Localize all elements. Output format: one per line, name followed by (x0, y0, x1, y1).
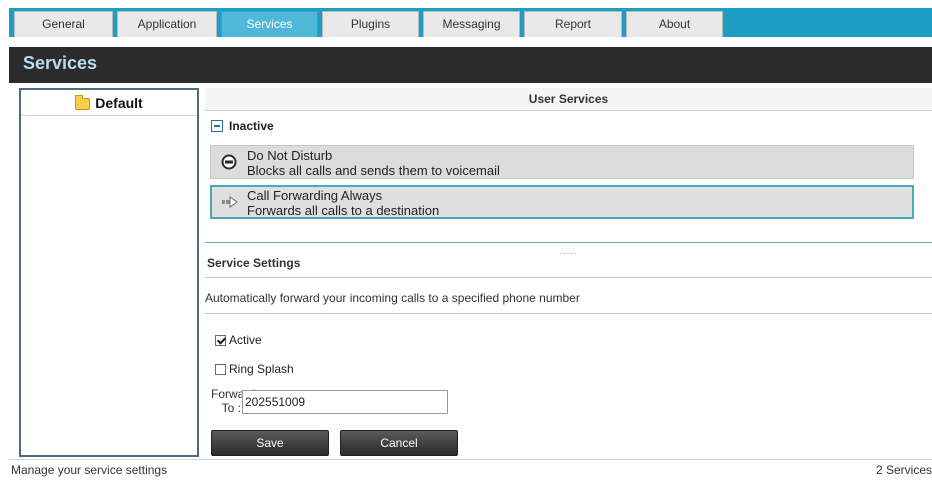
do-not-disturb-icon (221, 154, 237, 170)
page-header: Services (9, 47, 932, 83)
tab-plugins[interactable]: Plugins (322, 11, 419, 37)
ring-splash-checkbox-row[interactable]: Ring Splash (215, 362, 294, 376)
forward-to-label-line2: To : (221, 401, 241, 415)
tab-application[interactable]: Application (117, 11, 217, 37)
folder-icon (75, 94, 91, 110)
main-tab-bar: General Application Services Plugins Mes… (0, 0, 932, 37)
tab-report[interactable]: Report (524, 11, 622, 37)
collapse-icon[interactable] (211, 120, 223, 132)
service-description: Blocks all calls and sends them to voice… (247, 163, 500, 178)
active-label: Active (229, 333, 262, 347)
status-bar: Manage your service settings 2 Services (9, 459, 932, 480)
service-description: Forwards all calls to a destination (247, 203, 440, 218)
status-message: Manage your service settings (11, 463, 168, 477)
forward-to-label: Forward To : (211, 387, 255, 415)
active-checkbox[interactable] (215, 334, 226, 346)
active-checkbox-row[interactable]: Active (215, 333, 262, 347)
tab-general[interactable]: General (14, 11, 113, 37)
inactive-group-label: Inactive (229, 119, 274, 133)
user-services-panel: User Services Inactive Do Not Disturb Bl… (205, 88, 932, 457)
save-button[interactable]: Save (211, 430, 329, 456)
tab-messaging[interactable]: Messaging (423, 11, 520, 37)
user-services-title: User Services (205, 88, 932, 111)
profile-item-default[interactable]: Default (21, 90, 197, 116)
page-title: Services (23, 53, 98, 73)
cancel-button[interactable]: Cancel (340, 430, 458, 456)
forward-arrow-icon (221, 194, 238, 210)
service-name: Call Forwarding Always (247, 188, 383, 203)
service-profile-panel: Default (19, 88, 199, 457)
service-name: Do Not Disturb (247, 148, 333, 163)
inactive-group-header[interactable]: Inactive (211, 119, 274, 133)
panel-splitter[interactable]: ..... (205, 242, 932, 256)
tab-services[interactable]: Services (221, 11, 318, 37)
ring-splash-label: Ring Splash (229, 362, 294, 376)
service-count: 2 Services (875, 463, 932, 477)
divider (205, 313, 932, 314)
service-settings-description: Automatically forward your incoming call… (205, 291, 580, 305)
ring-splash-checkbox[interactable] (215, 363, 226, 375)
profile-item-label: Default (95, 94, 143, 111)
service-row-do-not-disturb[interactable]: Do Not Disturb Blocks all calls and send… (210, 145, 914, 179)
service-settings-title: Service Settings (205, 253, 932, 278)
service-row-call-forwarding-always[interactable]: Call Forwarding Always Forwards all call… (210, 185, 914, 219)
tab-about[interactable]: About (626, 11, 723, 37)
forward-to-input[interactable] (242, 390, 448, 414)
